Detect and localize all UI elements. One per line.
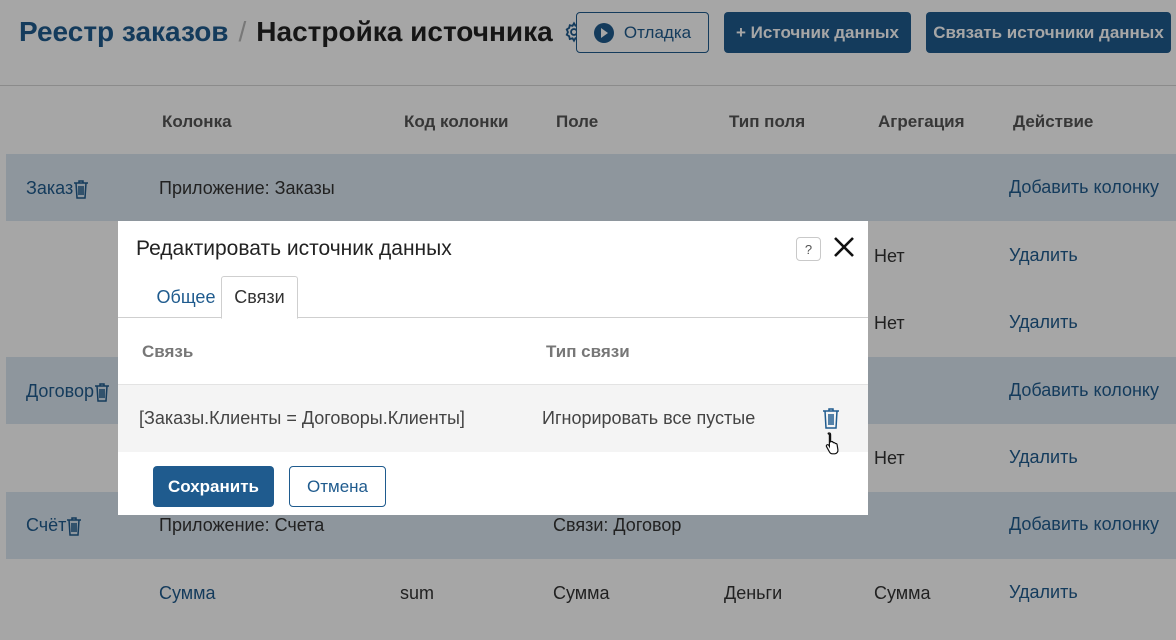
modal-tabs: Общее Связи xyxy=(118,276,868,319)
link-row: [Заказы.Клиенты = Договоры.Клиенты] Игно… xyxy=(118,384,868,452)
modal-title: Редактировать источник данных xyxy=(136,237,452,260)
save-button[interactable]: Сохранить xyxy=(153,466,274,507)
cancel-button[interactable]: Отмена xyxy=(289,466,386,507)
trash-icon[interactable] xyxy=(822,407,840,429)
edit-data-source-modal: Редактировать источник данных ? Общее Св… xyxy=(118,221,868,515)
close-icon[interactable] xyxy=(832,235,856,259)
help-icon[interactable]: ? xyxy=(796,237,821,261)
tab-links[interactable]: Связи xyxy=(221,276,298,319)
links-column-header-type: Тип связи xyxy=(546,342,630,361)
pointer-cursor-icon xyxy=(825,432,839,455)
link-type-cell[interactable]: Игнорировать все пустые xyxy=(542,408,755,429)
link-cell: [Заказы.Клиенты = Договоры.Клиенты] xyxy=(139,408,465,428)
links-column-header-link: Связь xyxy=(142,342,194,361)
